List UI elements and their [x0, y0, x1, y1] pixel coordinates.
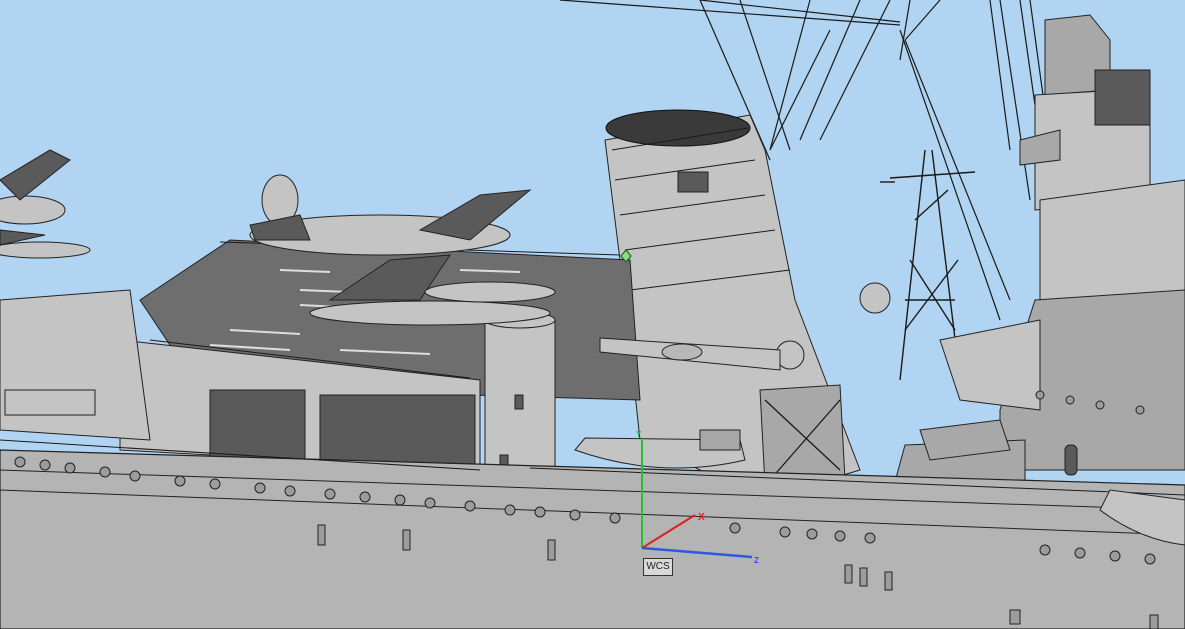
ventilator-tower	[484, 311, 556, 491]
wcs-label: WCS	[643, 558, 673, 576]
y-axis-label: Y	[636, 430, 642, 439]
ship-model[interactable]	[0, 0, 1185, 629]
z-axis-label: Z	[754, 556, 759, 565]
x-axis-label: X	[698, 512, 705, 523]
seaplane-left	[0, 149, 91, 259]
bridge-superstructure	[939, 14, 1185, 476]
3d-viewport[interactable]: X Y Z WCS	[0, 0, 1185, 629]
